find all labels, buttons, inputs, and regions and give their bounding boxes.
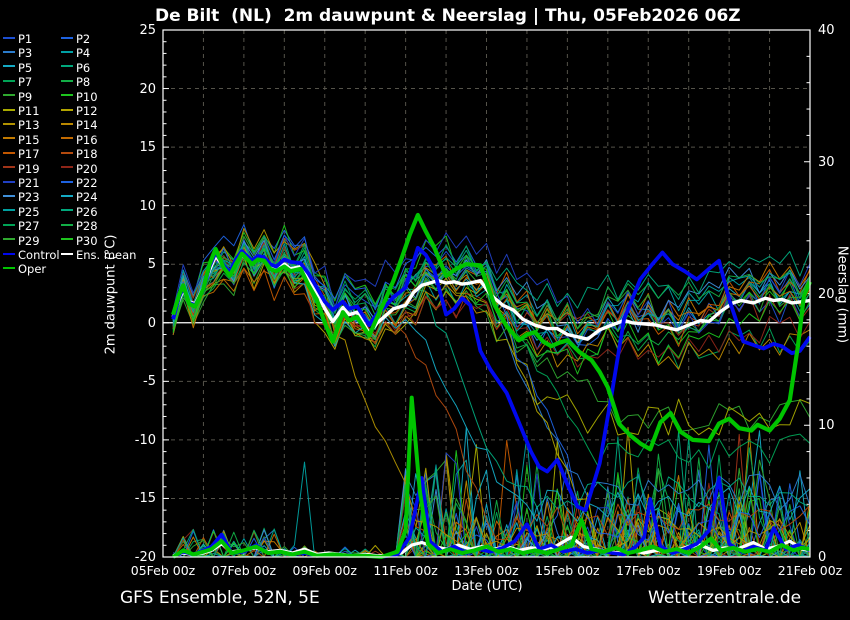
x-tick: 21Feb 00z (777, 563, 843, 578)
y-axis-label-left: 2m dauwpunt (°C) (103, 234, 119, 355)
x-tick: 05Feb 00z (130, 563, 196, 578)
x-tick: 15Feb 00z (535, 563, 600, 578)
x-tick: 13Feb 00z (454, 563, 519, 578)
y-tick-left: -5 (143, 374, 156, 390)
x-tick: 07Feb 00z (211, 563, 277, 578)
y-tick-right: 20 (818, 286, 835, 302)
y-tick-left: 0 (147, 315, 156, 331)
x-tick: 09Feb 00z (292, 563, 357, 578)
y-tick-left: 10 (139, 198, 156, 214)
y-tick-right: 40 (818, 23, 835, 38)
x-tick: 17Feb 00z (616, 563, 681, 578)
x-tick: 19Feb 00z (696, 563, 762, 578)
y-tick-right: 10 (818, 418, 835, 434)
y-tick-left: 20 (139, 81, 156, 97)
meteogram-screenshot: De Bilt (NL) 2m dauwpunt & Neerslag | Th… (0, 0, 850, 620)
y-axis-label-right: Neerslag (mm) (834, 245, 850, 344)
y-tick-left: 15 (139, 140, 156, 156)
model-info-label: GFS Ensemble, 52N, 5E (120, 588, 320, 608)
watermark-label: Wetterzentrale.de (648, 588, 802, 608)
y-tick-right: 30 (818, 154, 835, 170)
y-tick-left: -15 (134, 491, 156, 507)
y-tick-left: -10 (134, 432, 156, 448)
x-axis-label: Date (UTC) (451, 579, 523, 594)
y-tick-left: 25 (139, 23, 156, 38)
x-tick: 11Feb 00z (373, 563, 438, 578)
y-tick-left: 5 (147, 257, 156, 273)
